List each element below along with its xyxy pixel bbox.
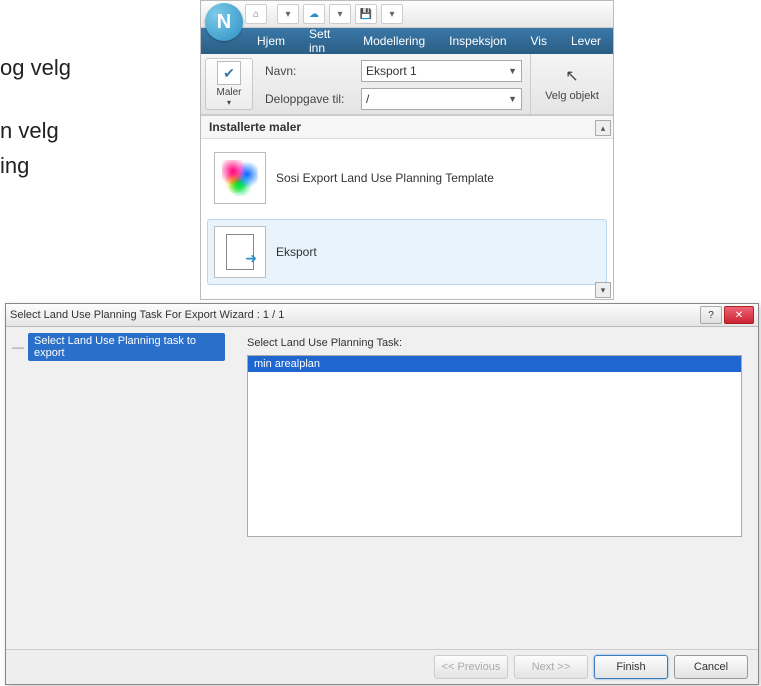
wizard-title-text: Select Land Use Planning Task For Export… xyxy=(10,309,284,321)
ribbon-tab-settinn[interactable]: Sett inn xyxy=(297,28,351,54)
wizard-body: — Select Land Use Planning task to expor… xyxy=(6,327,758,649)
maler-label: Maler xyxy=(216,87,241,98)
select-objects-panel[interactable]: ↖ Velg objekt xyxy=(530,54,613,114)
nav-collapse-icon[interactable]: — xyxy=(12,340,24,354)
cloud-icon[interactable]: ☁ xyxy=(303,4,325,24)
app-logo-letter: N xyxy=(217,11,231,34)
form-area: Navn: Eksport 1 ▼ Deloppgave til: / ▼ xyxy=(257,54,530,114)
scroll-up-button[interactable]: ▴ xyxy=(595,120,611,136)
ribbon-tabs: Hjem Sett inn Modellering Inspeksjon Vis… xyxy=(201,28,613,54)
chevron-down-icon: ▾ xyxy=(227,98,231,107)
maler-button[interactable]: ✔ Maler ▾ xyxy=(205,58,253,110)
ribbon-tab-vis[interactable]: Vis xyxy=(519,28,559,54)
wizard-footer: << Previous Next >> Finish Cancel xyxy=(6,649,758,684)
task-list[interactable]: min arealplan xyxy=(247,355,742,537)
templates-area: ▴ Installerte maler Sosi Export Land Use… xyxy=(201,115,613,300)
help-button[interactable]: ? xyxy=(700,306,722,324)
ribbon-toolbar: ✔ Maler ▾ Navn: Eksport 1 ▼ Deloppgave t… xyxy=(201,54,613,115)
ribbon-tab-inspeksjon[interactable]: Inspeksjon xyxy=(437,28,518,54)
subtask-combo-value: / xyxy=(366,92,369,106)
wizard-titlebar: Select Land Use Planning Task For Export… xyxy=(6,304,758,327)
background-text: og velg n velg ing xyxy=(0,50,71,184)
template-thumb-icon xyxy=(214,152,266,204)
save-icon[interactable]: 💾 xyxy=(355,4,377,24)
wizard-steps-nav: — Select Land Use Planning task to expor… xyxy=(6,327,231,649)
qat-dropdown-3[interactable]: ▾ xyxy=(381,4,403,24)
subtask-combo[interactable]: / ▼ xyxy=(361,88,522,110)
wizard-content: Select Land Use Planning Task: min areal… xyxy=(231,327,758,649)
task-list-item[interactable]: min arealplan xyxy=(248,356,741,372)
export-wizard-dialog: Select Land Use Planning Task For Export… xyxy=(5,303,759,685)
app-window: N ⌂ ▾ ☁ ▾ 💾 ▾ Hjem Sett inn Modellering … xyxy=(200,0,614,300)
name-label: Navn: xyxy=(265,64,355,78)
task-list-label: Select Land Use Planning Task: xyxy=(247,337,742,349)
template-thumb-icon xyxy=(214,226,266,278)
template-item-label: Eksport xyxy=(276,245,317,259)
name-combo[interactable]: Eksport 1 ▼ xyxy=(361,60,522,82)
chevron-down-icon: ▼ xyxy=(508,66,517,76)
templates-header: Installerte maler xyxy=(201,116,613,139)
previous-button: << Previous xyxy=(434,655,508,679)
ribbon-tab-hjem[interactable]: Hjem xyxy=(245,28,297,54)
select-objects-label: Velg objekt xyxy=(545,90,599,102)
ribbon-tab-lever[interactable]: Lever xyxy=(559,28,613,54)
checklist-icon: ✔ xyxy=(217,61,241,85)
template-item-sosi[interactable]: Sosi Export Land Use Planning Template xyxy=(207,145,607,211)
quick-access-toolbar: ⌂ ▾ ☁ ▾ 💾 ▾ xyxy=(201,1,613,28)
qat-dropdown-1[interactable]: ▾ xyxy=(277,4,299,24)
app-logo[interactable]: N xyxy=(205,3,243,41)
bg-text-line-3: ing xyxy=(0,148,71,183)
close-button[interactable]: ✕ xyxy=(724,306,754,324)
chevron-down-icon: ▼ xyxy=(508,94,517,104)
templates-list: Sosi Export Land Use Planning Template E… xyxy=(201,139,613,300)
name-combo-value: Eksport 1 xyxy=(366,64,417,78)
finish-button[interactable]: Finish xyxy=(594,655,668,679)
cursor-icon: ↖ xyxy=(565,66,578,86)
subtask-label: Deloppgave til: xyxy=(265,92,355,106)
ribbon-tab-modellering[interactable]: Modellering xyxy=(351,28,437,54)
scroll-down-button[interactable]: ▾ xyxy=(595,282,611,298)
template-item-eksport[interactable]: Eksport xyxy=(207,219,607,285)
wizard-step-item[interactable]: Select Land Use Planning task to export xyxy=(28,333,225,361)
home-icon[interactable]: ⌂ xyxy=(245,4,267,24)
bg-text-line-1: og velg xyxy=(0,50,71,85)
bg-text-line-2: n velg xyxy=(0,113,71,148)
qat-dropdown-2[interactable]: ▾ xyxy=(329,4,351,24)
template-item-label: Sosi Export Land Use Planning Template xyxy=(276,171,494,185)
cancel-button[interactable]: Cancel xyxy=(674,655,748,679)
next-button: Next >> xyxy=(514,655,588,679)
